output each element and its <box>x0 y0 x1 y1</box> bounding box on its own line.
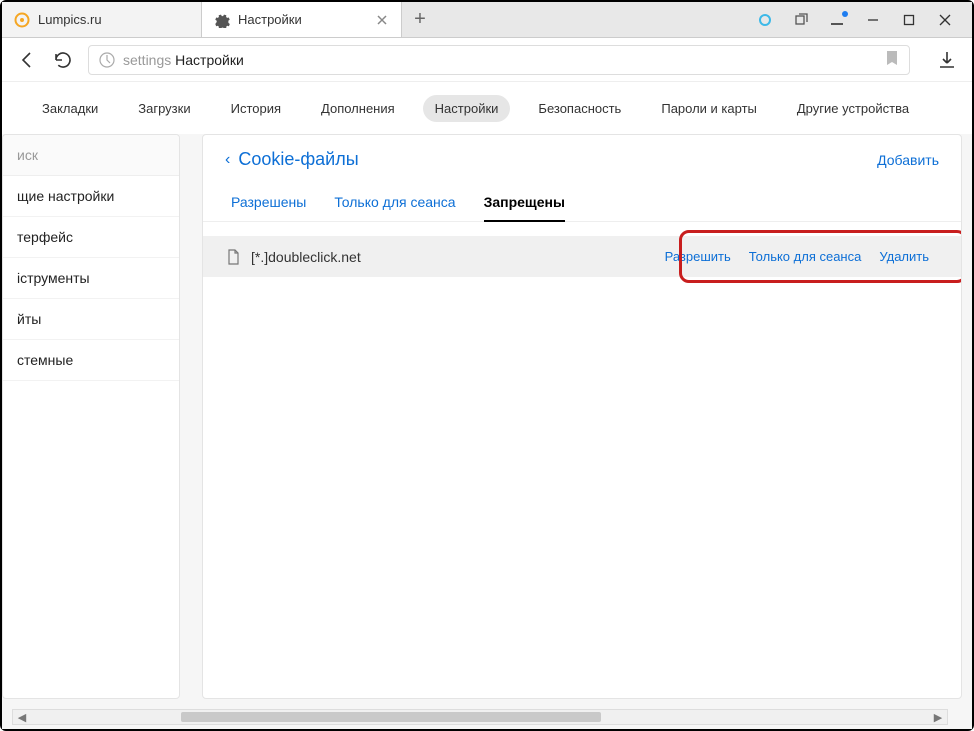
bookmark-icon[interactable] <box>885 50 899 69</box>
browser-tab[interactable]: Lumpics.ru <box>2 2 202 37</box>
close-icon[interactable] <box>375 13 389 27</box>
downloads-icon[interactable] <box>936 49 958 71</box>
address-bar: settings Настройки <box>2 38 972 82</box>
settings-sidebar: иск щие настройки терфейс іструменты йты… <box>2 134 180 699</box>
cookie-subtabs: Разрешены Только для сеанса Запрещены <box>203 180 961 222</box>
favicon-icon <box>14 12 30 28</box>
browser-tab-active[interactable]: Настройки <box>202 2 402 37</box>
maximize-icon[interactable] <box>902 13 916 27</box>
cookie-row[interactable]: [*.]doubleclick.net Разрешить Только для… <box>203 236 961 277</box>
settings-content: Закладки Загрузки История Дополнения Нас… <box>2 82 972 729</box>
new-tab-button[interactable]: + <box>402 2 438 37</box>
panel-title: Cookie-файлы <box>238 149 358 170</box>
omnibox[interactable]: settings Настройки <box>88 45 910 75</box>
minimize-icon[interactable] <box>866 13 880 27</box>
settings-top-nav: Закладки Загрузки История Дополнения Нас… <box>2 82 972 134</box>
file-icon <box>225 249 241 265</box>
nav-history[interactable]: История <box>219 95 293 122</box>
sidebar-item-general[interactable]: щие настройки <box>3 176 179 217</box>
extensions-icon[interactable] <box>830 13 844 27</box>
tab-title: Lumpics.ru <box>38 12 189 27</box>
close-window-icon[interactable] <box>938 13 952 27</box>
yandex-logo-icon <box>99 52 115 68</box>
scroll-right-icon[interactable]: ▶ <box>929 711 947 724</box>
scroll-track[interactable] <box>31 710 929 724</box>
action-session[interactable]: Только для сеанса <box>749 249 862 264</box>
nav-devices[interactable]: Другие устройства <box>785 95 921 122</box>
assistant-icon[interactable] <box>758 13 772 27</box>
tab-title: Настройки <box>238 12 367 27</box>
gear-icon <box>214 12 230 28</box>
horizontal-scrollbar[interactable]: ◀ ▶ <box>12 709 948 725</box>
reload-button[interactable] <box>52 49 74 71</box>
cookie-files-back-link[interactable]: ‹ Cookie-файлы <box>225 149 359 170</box>
sidebar-item-interface[interactable]: терфейс <box>3 217 179 258</box>
settings-body: иск щие настройки терфейс іструменты йты… <box>2 134 972 729</box>
window-controls <box>738 2 972 37</box>
chevron-left-icon: ‹ <box>225 151 230 169</box>
scroll-thumb[interactable] <box>181 712 601 722</box>
subtab-blocked[interactable]: Запрещены <box>484 186 565 222</box>
browser-tabstrip: Lumpics.ru Настройки + <box>2 2 972 38</box>
add-button[interactable]: Добавить <box>877 152 939 168</box>
collections-icon[interactable] <box>794 13 808 27</box>
sidebar-item-sites[interactable]: йты <box>3 299 179 340</box>
nav-bookmarks[interactable]: Закладки <box>30 95 110 122</box>
action-delete[interactable]: Удалить <box>879 249 929 264</box>
sidebar-item-system[interactable]: стемные <box>3 340 179 381</box>
nav-addons[interactable]: Дополнения <box>309 95 407 122</box>
cookie-site-name: [*.]doubleclick.net <box>251 249 361 265</box>
subtab-allowed[interactable]: Разрешены <box>231 186 306 221</box>
sidebar-search[interactable]: иск <box>3 135 179 176</box>
sidebar-item-tools[interactable]: іструменты <box>3 258 179 299</box>
cookie-row-actions: Разрешить Только для сеанса Удалить <box>655 246 939 267</box>
action-allow[interactable]: Разрешить <box>665 249 731 264</box>
back-button[interactable] <box>16 49 38 71</box>
scroll-left-icon[interactable]: ◀ <box>13 711 31 724</box>
cookie-site: [*.]doubleclick.net <box>225 249 645 265</box>
nav-settings[interactable]: Настройки <box>423 95 511 122</box>
nav-passwords[interactable]: Пароли и карты <box>649 95 769 122</box>
nav-downloads[interactable]: Загрузки <box>126 95 202 122</box>
subtab-session[interactable]: Только для сеанса <box>334 186 455 221</box>
settings-main-panel: ‹ Cookie-файлы Добавить Разрешены Только… <box>202 134 962 699</box>
nav-security[interactable]: Безопасность <box>526 95 633 122</box>
omnibox-text: settings Настройки <box>123 52 244 68</box>
